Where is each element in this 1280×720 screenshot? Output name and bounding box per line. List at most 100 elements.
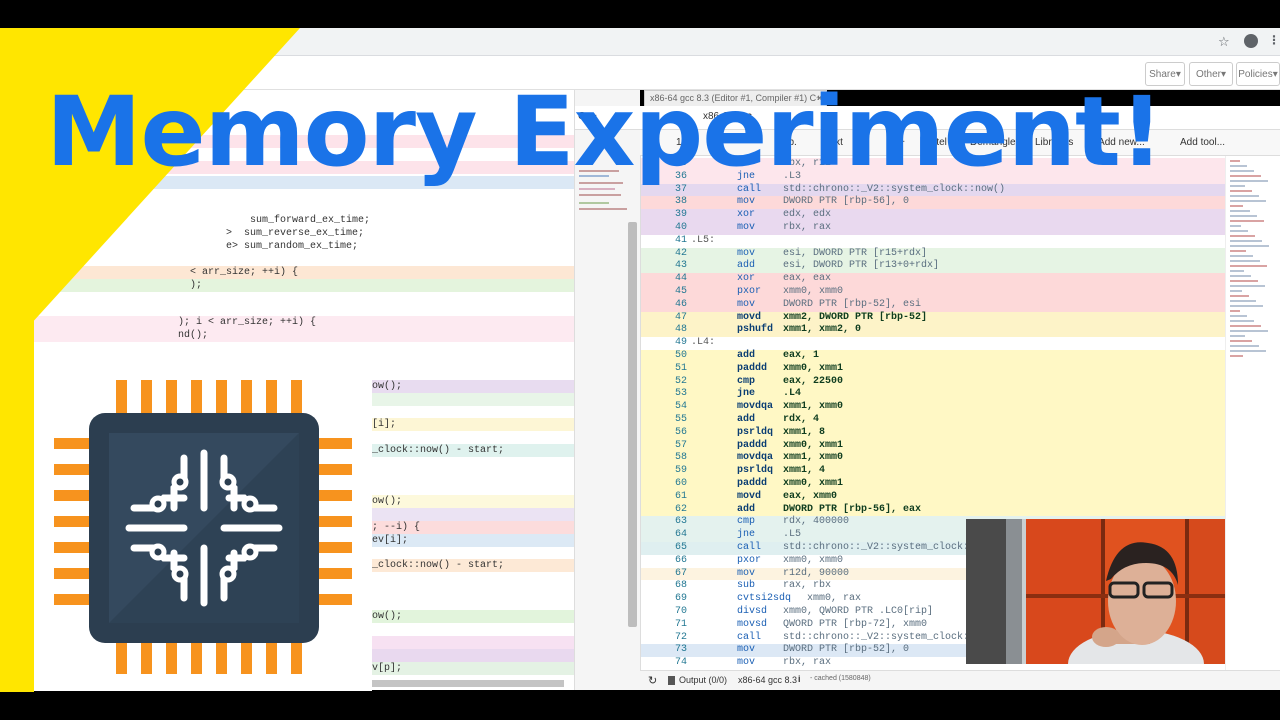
assembly-line: 39 xor edx, edx [641,209,1225,222]
line-number: 57 [674,439,687,451]
minimap-mark [1230,280,1258,282]
asm-operands: r12d, 90000 [783,567,850,579]
minimap-mark [1230,190,1252,192]
asm-operands: .L4 [783,388,802,400]
minimap-mark [1230,345,1259,347]
assembly-minimap[interactable] [1225,156,1280,670]
line-number: 48 [674,324,687,336]
assembly-line: 53 jne .L4 [641,388,1225,402]
minimap-mark [1230,285,1265,287]
asm-operands: DWORD PTR [rbp-56], eax [783,503,922,515]
asm-opcode: xor [737,209,756,221]
line-number: 45 [674,286,687,297]
headline-title: Memory Experiment! [46,76,1164,188]
line-number: 70 [674,606,687,617]
asm-label: .L5: [691,234,716,246]
source-line: ev[i]; [372,535,409,546]
minimap-mark [1230,170,1254,172]
asm-opcode: xor [737,273,756,285]
line-number: 66 [674,554,687,566]
asm-operands: xmm1, xmm0 [783,452,844,464]
asm-operands: eax, xmm0 [783,490,838,502]
star-icon[interactable]: ☆ [1218,35,1230,50]
line-number: 55 [674,414,687,425]
source-line: ; --i) { [372,522,421,533]
source-scrollbar-thumb[interactable] [628,222,637,627]
asm-opcode: add [737,414,756,425]
policies-button[interactable]: Policies▾ [1236,62,1280,86]
minimap-mark [1230,260,1260,262]
minimap-mark [1230,250,1246,252]
asm-operands: std::chrono::_V2::system_clock::n [783,631,982,643]
asm-opcode: call [737,631,762,643]
minimap-mark [1230,270,1244,272]
asm-opcode: pshufd [737,324,774,336]
asm-opcode: paddd [737,478,768,489]
minimap-mark [1230,335,1245,337]
minimap-mark [1230,175,1261,177]
asm-operands: rax, rbx [783,580,832,592]
asm-label: .L4: [691,337,716,349]
line-number: 42 [674,247,687,259]
source-line: ow(); [372,381,403,392]
minimap-mark [1230,340,1252,342]
cache-status: - cached (1580848) [810,675,871,682]
asm-operands: DWORD PTR [rbp-52], esi [783,298,922,310]
line-number: 52 [674,375,687,387]
refresh-icon[interactable]: ↻ [648,674,657,687]
asm-operands: xmm1, 8 [783,426,826,438]
line-number: 65 [674,542,687,553]
assembly-line: 40 mov rbx, rax [641,222,1225,235]
source-line: ); [178,280,203,291]
compiler-status: x86-64 gcc 8.3 [738,675,798,685]
asm-operands: esi, DWORD PTR [r13+0+rdx] [783,260,940,272]
account-icon[interactable] [1244,34,1258,48]
minimap-mark [1230,245,1269,247]
minimap-mark [1230,240,1262,242]
output-button[interactable]: Output (0/0) [679,675,727,685]
asm-operands: xmm0, xmm0 [783,554,844,566]
asm-operands: eax, 1 [783,350,820,361]
asm-operands: DWORD PTR [rbp-56], 0 [783,196,910,208]
line-number: 50 [674,350,687,361]
source-line: ); i < arr_size; ++i) { [178,317,317,328]
menu-icon[interactable]: ⋮ [1268,33,1280,47]
line-number: 69 [674,593,687,605]
info-icon[interactable]: i [798,674,801,684]
assembly-line: 56 psrldq xmm1, 8 [641,426,1225,440]
chip-illustration [34,358,372,691]
line-number: 72 [674,631,687,643]
horizontal-scrollbar[interactable] [372,680,564,687]
assembly-line: 55 add rdx, 4 [641,414,1225,427]
asm-operands: esi, DWORD PTR [r15+rdx] [783,247,928,259]
asm-operands: xmm0, xmm1 [783,362,844,374]
assembly-line: 43 add esi, DWORD PTR [r13+0+rdx] [641,260,1225,274]
assembly-line: 61 movd eax, xmm0 [641,490,1225,504]
letterbox-top [0,0,1280,28]
status-bar: ↻ Output (0/0) x86-64 gcc 8.3 i - cached… [640,670,1280,690]
minimap-mark [1230,290,1242,292]
asm-operands: xmm0, rax [783,593,862,605]
asm-operands: .L5 [783,529,802,541]
line-number: 49 [674,337,687,349]
line-number: 61 [674,490,687,502]
minimap-mark [1230,230,1248,232]
asm-opcode: mov [737,247,756,259]
minimap-mark [1230,355,1243,357]
assembly-line: 48 pshufd xmm1, xmm2, 0 [641,324,1225,338]
asm-operands: xmm0, QWORD PTR .LC0[rip] [783,606,934,617]
line-number: 39 [674,209,687,221]
minimap-mark [1230,265,1267,267]
assembly-line: 51 paddd xmm0, xmm1 [641,362,1225,376]
minimap-mark [1230,315,1247,317]
minimap-mark [1230,220,1264,222]
assembly-line: 54 movdqa xmm1, xmm0 [641,401,1225,414]
asm-opcode: add [737,350,756,361]
assembly-line: 41 .L5: [641,234,1225,248]
minimap-mark [1230,235,1255,237]
asm-opcode: mov [737,222,756,233]
line-number: 58 [674,452,687,464]
source-line: ow(); [372,611,403,622]
minimap-mark [1230,160,1240,162]
asm-opcode: mov [737,657,756,669]
